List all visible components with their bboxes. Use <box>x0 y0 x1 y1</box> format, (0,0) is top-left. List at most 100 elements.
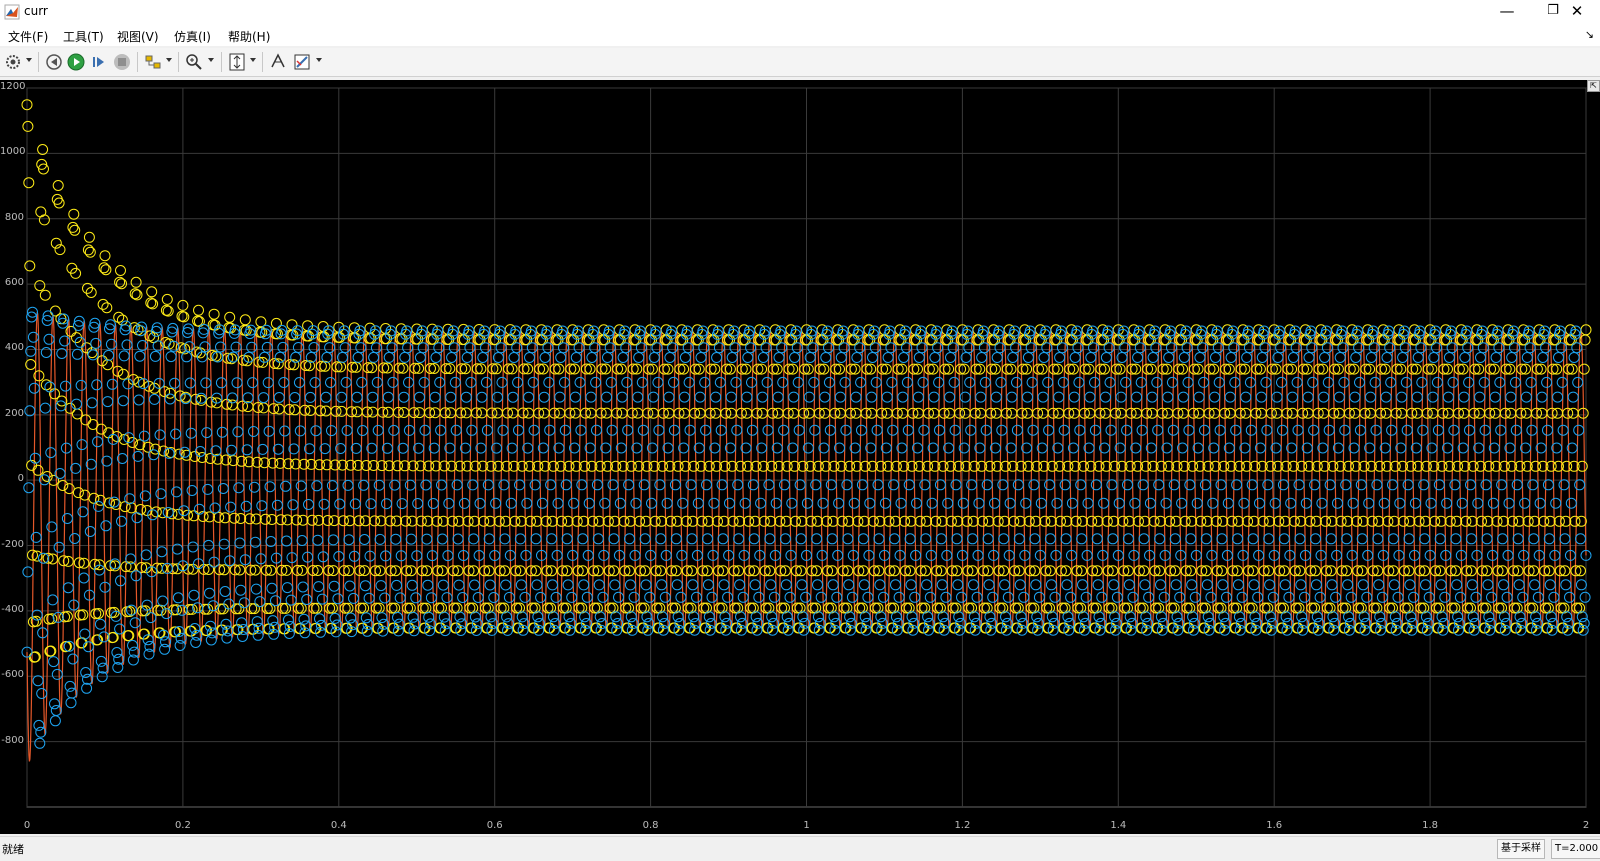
menu-help[interactable]: 帮助(H) <box>228 28 270 45</box>
menu-tools[interactable]: 工具(T) <box>63 28 104 45</box>
series-marker <box>258 402 270 414</box>
settings-dropdown-icon[interactable] <box>26 58 32 62</box>
series-marker <box>466 424 478 436</box>
series-marker <box>1229 376 1241 388</box>
series-marker <box>1243 342 1255 354</box>
series-marker <box>85 287 97 298</box>
series-marker <box>745 342 757 354</box>
autoscale-dropdown-icon[interactable] <box>250 58 256 62</box>
minimize-button[interactable]: — <box>1484 0 1530 24</box>
autoscale-icon[interactable] <box>227 51 247 73</box>
series-marker <box>1277 479 1289 491</box>
series-marker <box>1013 533 1025 545</box>
series-marker <box>1018 591 1030 603</box>
series-marker <box>906 611 918 623</box>
toolbar-separator <box>178 52 179 72</box>
series-marker <box>746 376 757 388</box>
series-marker <box>1558 479 1570 491</box>
series-marker <box>539 352 551 363</box>
scope-axes[interactable] <box>0 80 1600 834</box>
series-marker <box>1091 533 1103 545</box>
series-marker <box>476 391 488 403</box>
series-marker <box>1074 424 1086 436</box>
series-marker <box>418 376 430 388</box>
step-forward-icon[interactable] <box>89 51 109 73</box>
run-icon[interactable] <box>66 51 86 73</box>
series-marker <box>116 515 127 527</box>
series-marker <box>435 424 447 436</box>
series-marker <box>851 352 863 363</box>
series-marker <box>793 424 805 436</box>
highlight-icon[interactable] <box>292 51 312 73</box>
series-marker <box>659 591 671 603</box>
series-marker <box>951 533 963 545</box>
series-marker <box>1177 391 1189 403</box>
series-marker <box>776 602 788 614</box>
series-marker <box>69 533 81 544</box>
series-marker <box>138 430 150 442</box>
series-marker <box>825 479 837 491</box>
y-tick-label: -600 <box>1 669 24 681</box>
signal-dropdown-icon[interactable] <box>166 58 172 62</box>
expand-menu-icon[interactable]: ↘ <box>1585 28 1594 41</box>
series-marker <box>713 325 724 337</box>
zoom-icon[interactable] <box>184 51 204 73</box>
series-marker <box>511 342 523 354</box>
series-marker <box>1474 391 1486 403</box>
series-marker <box>572 325 584 337</box>
series-marker <box>812 579 823 591</box>
series-marker <box>581 591 593 603</box>
series-marker <box>417 602 429 614</box>
series-marker <box>261 341 273 353</box>
series-marker <box>170 428 182 440</box>
series-marker <box>1578 363 1590 375</box>
series-marker <box>1158 591 1170 603</box>
series-marker <box>427 498 439 509</box>
series-marker <box>1080 591 1092 603</box>
series-marker <box>935 533 947 545</box>
series-marker <box>1526 424 1538 436</box>
zoom-dropdown-icon[interactable] <box>208 58 214 62</box>
series-marker <box>1399 342 1411 354</box>
series-marker <box>1330 591 1342 603</box>
series-marker <box>1119 342 1131 354</box>
series-marker <box>547 611 559 623</box>
step-back-icon[interactable] <box>44 51 64 73</box>
series-marker <box>1227 325 1239 337</box>
undock-axes-icon[interactable]: ⇱ <box>1587 80 1600 92</box>
series-marker <box>552 497 564 509</box>
series-marker <box>410 592 422 604</box>
scope-plot[interactable]: ⇱ 0 0.2 0.4 0.6 0.8 1 1.2 1.4 1.6 1.8 2 1200 1000 800… <box>0 80 1600 834</box>
x-tick-label: 1.2 <box>954 820 971 831</box>
series-marker <box>386 602 398 614</box>
series-marker <box>52 180 64 191</box>
series-marker <box>917 376 929 388</box>
series-marker <box>606 424 618 436</box>
series-marker <box>341 425 353 436</box>
signal-select-icon[interactable] <box>143 51 163 73</box>
series-marker <box>1540 342 1552 354</box>
settings-icon[interactable] <box>4 51 22 73</box>
menu-simulation[interactable]: 仿真(I) <box>174 28 211 45</box>
series-marker <box>375 580 387 592</box>
series-marker <box>966 479 978 491</box>
series-marker <box>1472 497 1484 509</box>
series-marker <box>940 591 952 603</box>
series-marker <box>402 602 414 614</box>
series-marker <box>80 414 92 426</box>
series-marker <box>768 591 780 603</box>
menu-view[interactable]: 视图(V) <box>117 28 159 45</box>
cursor-measure-icon[interactable] <box>268 51 288 73</box>
series-marker <box>34 280 46 292</box>
series-marker <box>656 579 668 591</box>
series-marker <box>117 368 129 380</box>
series-marker <box>36 688 48 699</box>
series-marker <box>1189 591 1201 603</box>
series-marker <box>855 376 867 388</box>
menu-file[interactable]: 文件(F) <box>8 28 48 45</box>
close-button[interactable]: ✕ <box>1554 0 1600 24</box>
series-marker <box>1020 497 1032 509</box>
highlight-dropdown-icon[interactable] <box>316 58 322 62</box>
series-marker <box>775 325 787 337</box>
stop-icon[interactable] <box>112 51 132 73</box>
